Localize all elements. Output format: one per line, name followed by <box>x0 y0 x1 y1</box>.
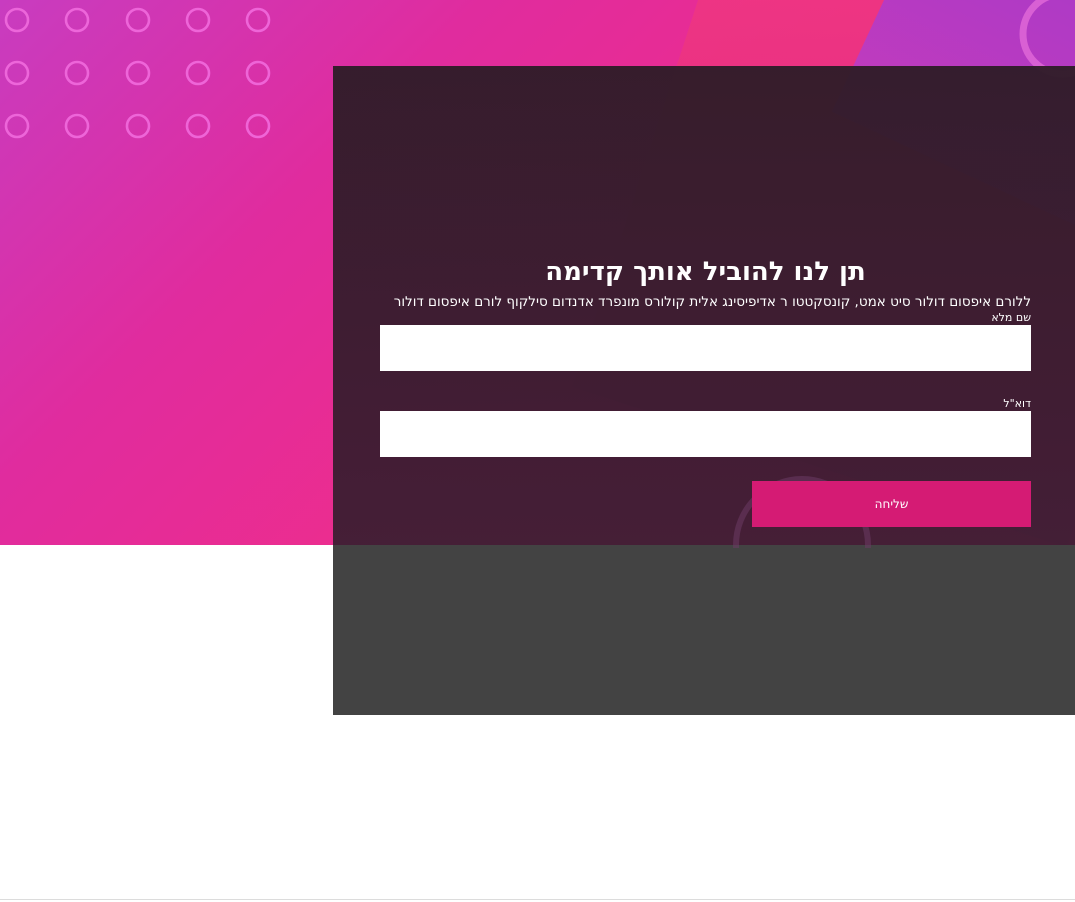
email-field[interactable] <box>380 411 1031 457</box>
decor-dots-icon <box>4 7 271 139</box>
name-field[interactable] <box>380 325 1031 371</box>
contact-form: תן לנו להוביל אותך קדימה ללורם איפסום דו… <box>380 255 1031 527</box>
submit-button[interactable]: שליחה <box>752 481 1031 527</box>
page: תן לנו להוביל אותך קדימה ללורם איפסום דו… <box>0 0 1075 902</box>
form-overlay-bottom <box>333 545 1075 715</box>
page-subtitle: ללורם איפסום דולור סיט אמט, קונסקטטו ר א… <box>393 294 1031 310</box>
page-title: תן לנו להוביל אותך קדימה <box>545 257 866 287</box>
name-label: שם מלא <box>991 311 1031 324</box>
email-label: דוא"ל <box>1003 397 1031 410</box>
footer-divider <box>0 899 1075 900</box>
